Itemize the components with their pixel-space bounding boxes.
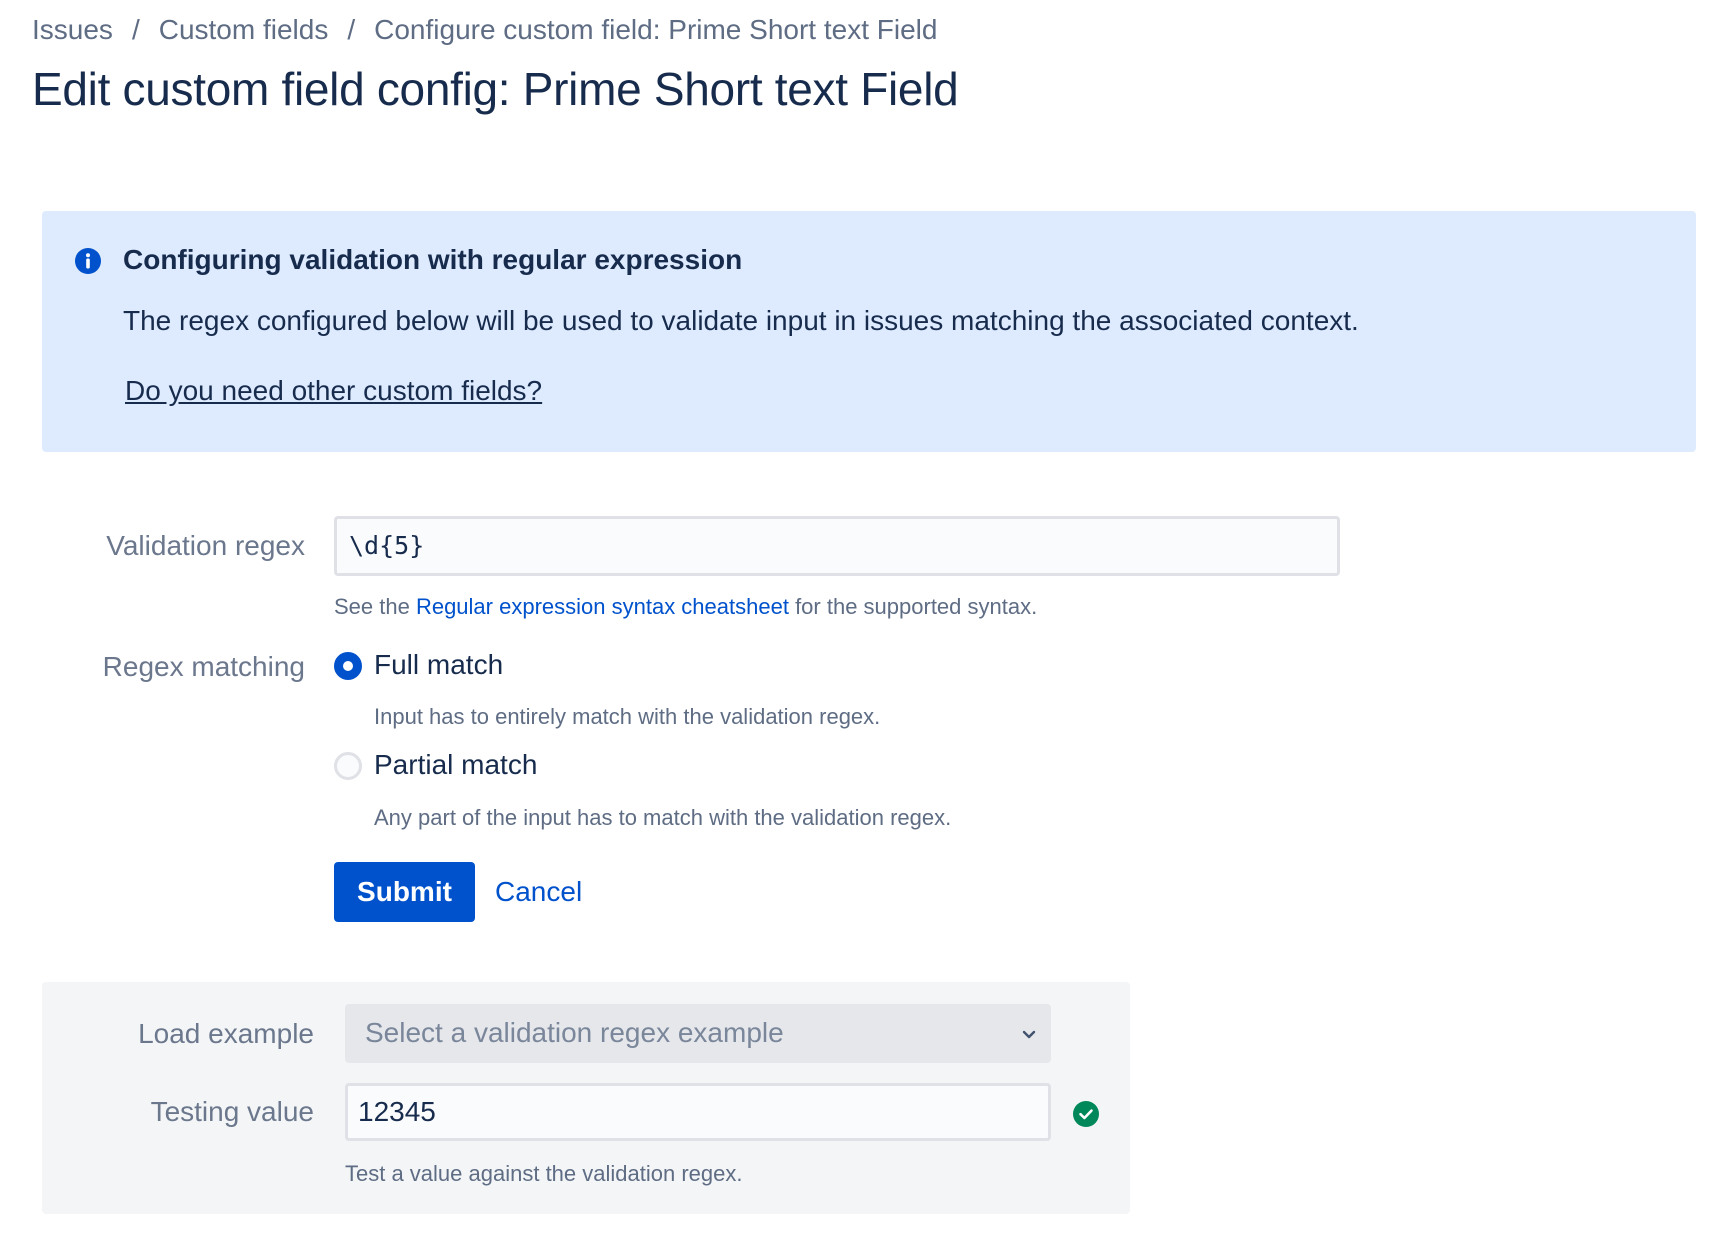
regex-help-prefix: See the [334,594,416,619]
info-panel-title: Configuring validation with regular expr… [123,244,743,275]
submit-button[interactable]: Submit [334,862,475,922]
breadcrumb-item-issues[interactable]: Issues [32,14,113,46]
breadcrumb-separator: / [347,14,356,45]
validation-regex-label: Validation regex [106,530,305,561]
partial-match-label[interactable]: Partial match [374,749,537,781]
info-panel: Configuring validation with regular expr… [42,211,1696,452]
full-match-label[interactable]: Full match [374,649,503,681]
load-example-label: Load example [138,1018,314,1049]
testing-value-input[interactable]: 12345 [345,1083,1051,1141]
regex-help-suffix: for the supported syntax. [788,594,1038,619]
example-select[interactable]: Select a validation regex example [345,1004,1051,1063]
breadcrumb: Issues / Custom fields / Configure custom fi… [32,14,937,46]
testing-value-help: Test a value against the validation rege… [345,1161,743,1186]
partial-match-help: Any part of the input has to match with … [374,805,952,830]
check-circle-icon [1073,1101,1099,1127]
breadcrumb-item-configure-field[interactable]: Configure custom field: Prime Short text… [374,14,937,46]
full-match-radio[interactable] [334,652,362,680]
full-match-help: Input has to entirely match with the val… [374,704,881,729]
regex-cheatsheet-link[interactable]: Regular expression syntax cheatsheet [416,594,789,619]
example-select-placeholder: Select a validation regex example [365,1017,784,1048]
breadcrumb-separator: / [131,14,140,45]
other-custom-fields-link[interactable]: Do you need other custom fields? [125,375,542,407]
breadcrumb-item-custom-fields[interactable]: Custom fields [159,14,329,46]
regex-matching-label: Regex matching [102,651,305,682]
cancel-link[interactable]: Cancel [495,876,582,908]
info-panel-text: The regex configured below will be used … [123,305,1359,336]
regex-help-text: See the Regular expression syntax cheats… [334,594,1037,620]
partial-match-radio[interactable] [334,752,362,780]
testing-value-label: Testing value [150,1096,314,1127]
info-icon [75,248,101,274]
validation-regex-input[interactable]: \d{5} [334,516,1340,576]
page-title: Edit custom field config: Prime Short te… [32,63,959,115]
chevron-down-icon [1022,1030,1036,1039]
